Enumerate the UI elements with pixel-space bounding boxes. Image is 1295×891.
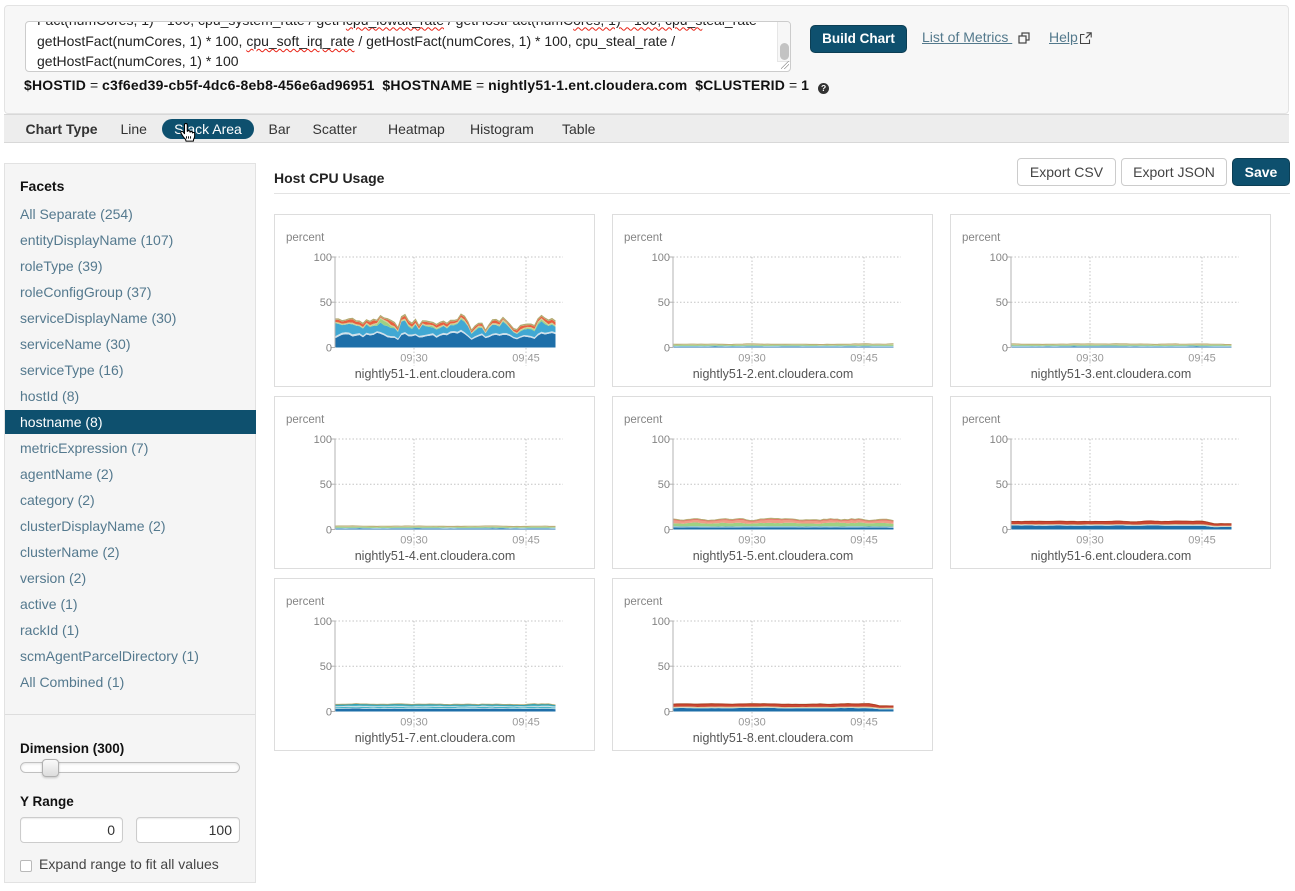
svg-text:09:45: 09:45 xyxy=(850,353,878,365)
svg-text:09:30: 09:30 xyxy=(738,353,766,365)
svg-text:100: 100 xyxy=(990,434,1008,446)
svg-text:percent: percent xyxy=(962,232,1001,244)
svg-text:09:45: 09:45 xyxy=(512,535,540,547)
svg-text:0: 0 xyxy=(326,707,332,719)
svg-text:09:30: 09:30 xyxy=(400,717,428,729)
svg-text:0: 0 xyxy=(664,343,670,355)
svg-text:50: 50 xyxy=(320,479,332,491)
svg-text:nightly51-4.ent.cloudera.com: nightly51-4.ent.cloudera.com xyxy=(355,549,516,563)
svg-text:100: 100 xyxy=(314,434,332,446)
svg-text:nightly51-8.ent.cloudera.com: nightly51-8.ent.cloudera.com xyxy=(693,731,854,745)
svg-text:100: 100 xyxy=(314,616,332,628)
svg-text:0: 0 xyxy=(664,707,670,719)
svg-text:100: 100 xyxy=(652,434,670,446)
svg-text:100: 100 xyxy=(314,252,332,264)
svg-text:50: 50 xyxy=(320,661,332,673)
svg-text:50: 50 xyxy=(658,297,670,309)
svg-text:09:45: 09:45 xyxy=(1188,353,1216,365)
svg-text:09:30: 09:30 xyxy=(738,717,766,729)
svg-text:nightly51-1.ent.cloudera.com: nightly51-1.ent.cloudera.com xyxy=(355,367,516,381)
svg-text:50: 50 xyxy=(658,479,670,491)
svg-text:percent: percent xyxy=(624,232,663,244)
svg-text:50: 50 xyxy=(996,479,1008,491)
svg-text:percent: percent xyxy=(624,414,663,426)
svg-text:0: 0 xyxy=(1002,343,1008,355)
svg-text:09:45: 09:45 xyxy=(850,717,878,729)
svg-text:0: 0 xyxy=(326,343,332,355)
svg-text:09:30: 09:30 xyxy=(400,535,428,547)
svg-text:09:30: 09:30 xyxy=(1076,535,1104,547)
svg-text:09:45: 09:45 xyxy=(1188,535,1216,547)
svg-text:0: 0 xyxy=(326,525,332,537)
svg-text:nightly51-5.ent.cloudera.com: nightly51-5.ent.cloudera.com xyxy=(693,549,854,563)
svg-text:09:45: 09:45 xyxy=(512,353,540,365)
svg-text:percent: percent xyxy=(962,414,1001,426)
svg-text:percent: percent xyxy=(286,596,325,608)
svg-text:100: 100 xyxy=(652,252,670,264)
svg-text:percent: percent xyxy=(286,232,325,244)
svg-text:09:30: 09:30 xyxy=(1076,353,1104,365)
svg-text:09:45: 09:45 xyxy=(512,717,540,729)
svg-text:100: 100 xyxy=(990,252,1008,264)
svg-text:nightly51-7.ent.cloudera.com: nightly51-7.ent.cloudera.com xyxy=(355,731,516,745)
svg-text:percent: percent xyxy=(624,596,663,608)
svg-text:nightly51-6.ent.cloudera.com: nightly51-6.ent.cloudera.com xyxy=(1031,549,1192,563)
svg-text:09:30: 09:30 xyxy=(738,535,766,547)
svg-text:percent: percent xyxy=(286,414,325,426)
svg-text:0: 0 xyxy=(664,525,670,537)
svg-text:0: 0 xyxy=(1002,525,1008,537)
svg-text:09:30: 09:30 xyxy=(400,353,428,365)
svg-text:50: 50 xyxy=(658,661,670,673)
svg-text:100: 100 xyxy=(652,616,670,628)
svg-text:50: 50 xyxy=(996,297,1008,309)
svg-text:nightly51-2.ent.cloudera.com: nightly51-2.ent.cloudera.com xyxy=(693,367,854,381)
svg-text:09:45: 09:45 xyxy=(850,535,878,547)
svg-text:50: 50 xyxy=(320,297,332,309)
svg-text:nightly51-3.ent.cloudera.com: nightly51-3.ent.cloudera.com xyxy=(1031,367,1192,381)
